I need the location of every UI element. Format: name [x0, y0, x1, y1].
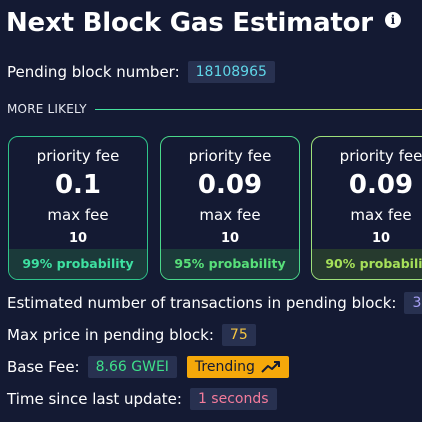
probability-badge: 90% probability — [312, 249, 422, 279]
priority-fee-value: 0.1 — [54, 170, 102, 200]
trending-up-icon — [261, 361, 280, 373]
page-title: Next Block Gas Estimator — [6, 8, 373, 38]
gas-estimator-page: Next Block Gas Estimator i Pending block… — [0, 0, 422, 422]
max-fee-label: max fee — [47, 206, 109, 224]
tx-count-value: 32 — [404, 292, 422, 314]
probability-badge: 95% probability — [161, 249, 299, 279]
priority-fee-label: priority fee — [188, 147, 272, 165]
max-fee-value: 10 — [371, 231, 391, 246]
base-fee-value: 8.66 GWEI — [87, 356, 177, 378]
estimate-card-99: priority fee 0.1 max fee 10 99% probabil… — [8, 136, 148, 280]
estimate-card-90: priority fee 0.09 max fee 10 90% probabi… — [311, 136, 422, 280]
priority-fee-label: priority fee — [339, 147, 422, 165]
info-icon[interactable]: i — [384, 12, 401, 28]
max-fee-value: 10 — [68, 231, 88, 246]
trending-badge: Trending — [186, 356, 289, 378]
max-fee-value: 10 — [220, 231, 240, 246]
tx-count-label: Estimated number of transactions in pend… — [7, 294, 397, 312]
priority-fee-value: 0.09 — [348, 170, 414, 200]
tx-count-row: Estimated number of transactions in pend… — [7, 292, 422, 314]
priority-fee-label: priority fee — [36, 147, 120, 165]
estimate-card-95: priority fee 0.09 max fee 10 95% probabi… — [160, 136, 300, 280]
max-fee-label: max fee — [350, 206, 412, 224]
more-likely-section: MORE LIKELY — [7, 102, 422, 116]
trending-label: Trending — [194, 359, 255, 375]
pending-block-value: 18108965 — [187, 61, 275, 83]
last-update-label: Time since last update: — [7, 390, 182, 408]
max-price-label: Max price in pending block: — [7, 326, 214, 344]
header: Next Block Gas Estimator i — [6, 8, 401, 38]
pending-block-row: Pending block number: 18108965 — [7, 61, 275, 83]
section-label: MORE LIKELY — [7, 102, 87, 116]
max-price-row: Max price in pending block: 75 — [7, 324, 256, 346]
base-fee-row: Base Fee: 8.66 GWEI Trending — [7, 356, 289, 378]
probability-badge: 99% probability — [9, 249, 147, 279]
base-fee-label: Base Fee: — [7, 358, 80, 376]
priority-fee-value: 0.09 — [197, 170, 263, 200]
last-update-row: Time since last update: 1 seconds — [7, 388, 277, 410]
pending-block-label: Pending block number: — [7, 63, 180, 81]
max-fee-label: max fee — [199, 206, 261, 224]
section-divider — [94, 108, 422, 110]
last-update-value: 1 seconds — [189, 388, 277, 410]
max-price-value: 75 — [221, 324, 256, 346]
